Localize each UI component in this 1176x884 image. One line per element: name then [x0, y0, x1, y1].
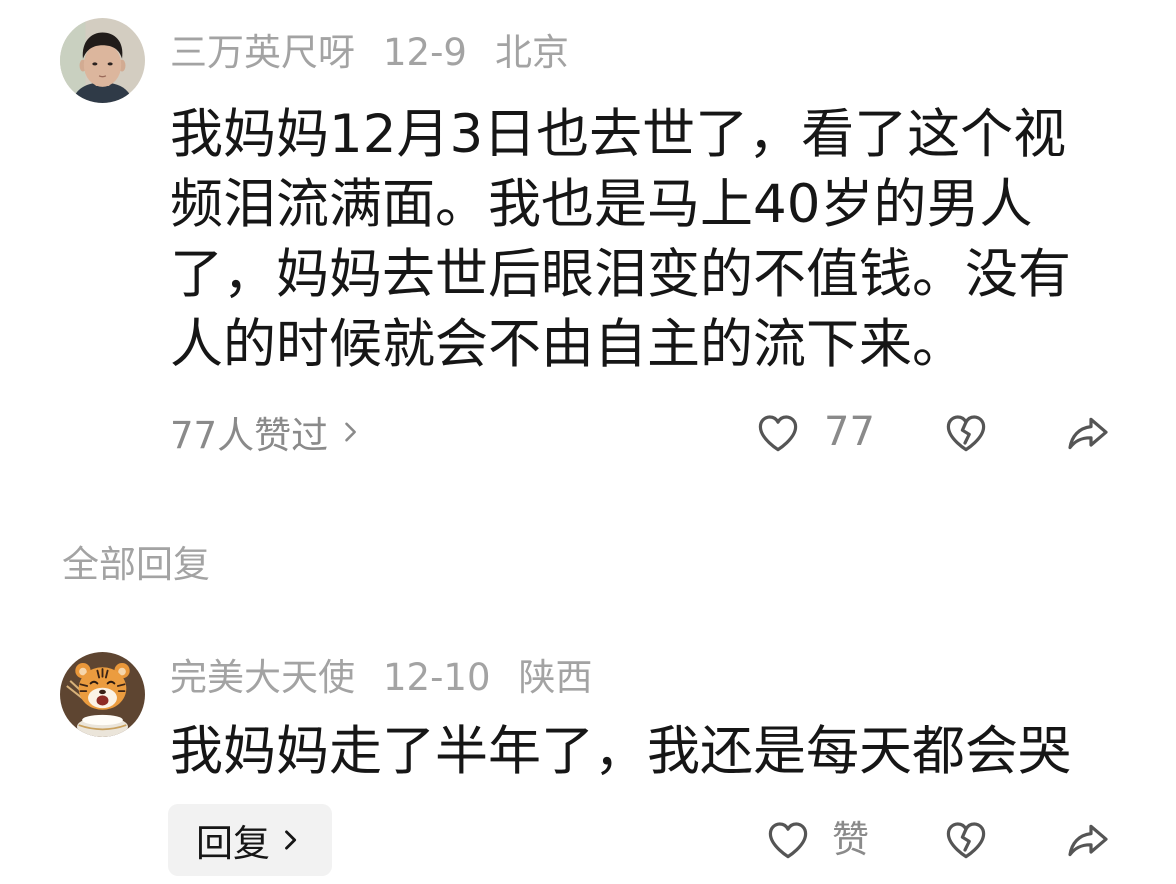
likes-summary-label: 77人赞过: [170, 414, 329, 457]
avatar-image: [60, 18, 145, 103]
author-name[interactable]: 完美大天使: [170, 656, 355, 699]
comment-meta: 完美大天使 12-10 陕西: [170, 655, 593, 701]
comment-location: 陕西: [518, 656, 593, 699]
reply-button[interactable]: 回复: [168, 804, 332, 876]
author-name[interactable]: 三万英尺呀: [170, 31, 355, 74]
comment-date: 12-9: [383, 31, 467, 74]
comment-body-line: 了，妈妈去世后眼泪变的不值钱。没有: [170, 244, 1071, 305]
comment-meta: 三万英尺呀 12-9 北京: [170, 30, 569, 76]
likes-summary-link[interactable]: 77人赞过: [170, 408, 364, 457]
replies-header: 全部回复: [62, 543, 210, 586]
like-count: 77: [824, 409, 875, 455]
broken-heart-icon[interactable]: [942, 409, 990, 457]
comment-body-line: 我妈妈12月3日也去世了，看了这个视: [170, 104, 1067, 165]
comment-body-line: 我妈妈走了半年了，我还是每天都会哭: [170, 721, 1071, 782]
share-icon[interactable]: [1064, 816, 1112, 864]
heart-outline-icon[interactable]: [754, 409, 802, 457]
tiger-cartoon-avatar[interactable]: [60, 652, 145, 737]
man-photo-avatar[interactable]: [60, 18, 145, 103]
comment-body: 我妈妈12月3日也去世了，看了这个视 频泪流满面。我也是马上40岁的男人 了，妈…: [170, 100, 1071, 380]
comment-body: 我妈妈走了半年了，我还是每天都会哭: [170, 717, 1071, 787]
chevron-right-icon: [276, 826, 304, 854]
broken-heart-icon[interactable]: [942, 816, 990, 864]
comment-body-line: 频泪流满面。我也是马上40岁的男人: [170, 174, 1033, 235]
heart-outline-icon[interactable]: [764, 816, 812, 864]
reply-button-label: 回复: [196, 822, 270, 865]
comment-location: 北京: [494, 31, 569, 74]
avatar-image: [60, 652, 145, 737]
comment-body-line: 人的时候就会不由自主的流下来。: [170, 314, 965, 375]
comment-date: 12-10: [383, 656, 491, 699]
chevron-right-icon: [336, 418, 364, 446]
share-icon[interactable]: [1064, 409, 1112, 457]
like-label[interactable]: 赞: [832, 816, 869, 864]
